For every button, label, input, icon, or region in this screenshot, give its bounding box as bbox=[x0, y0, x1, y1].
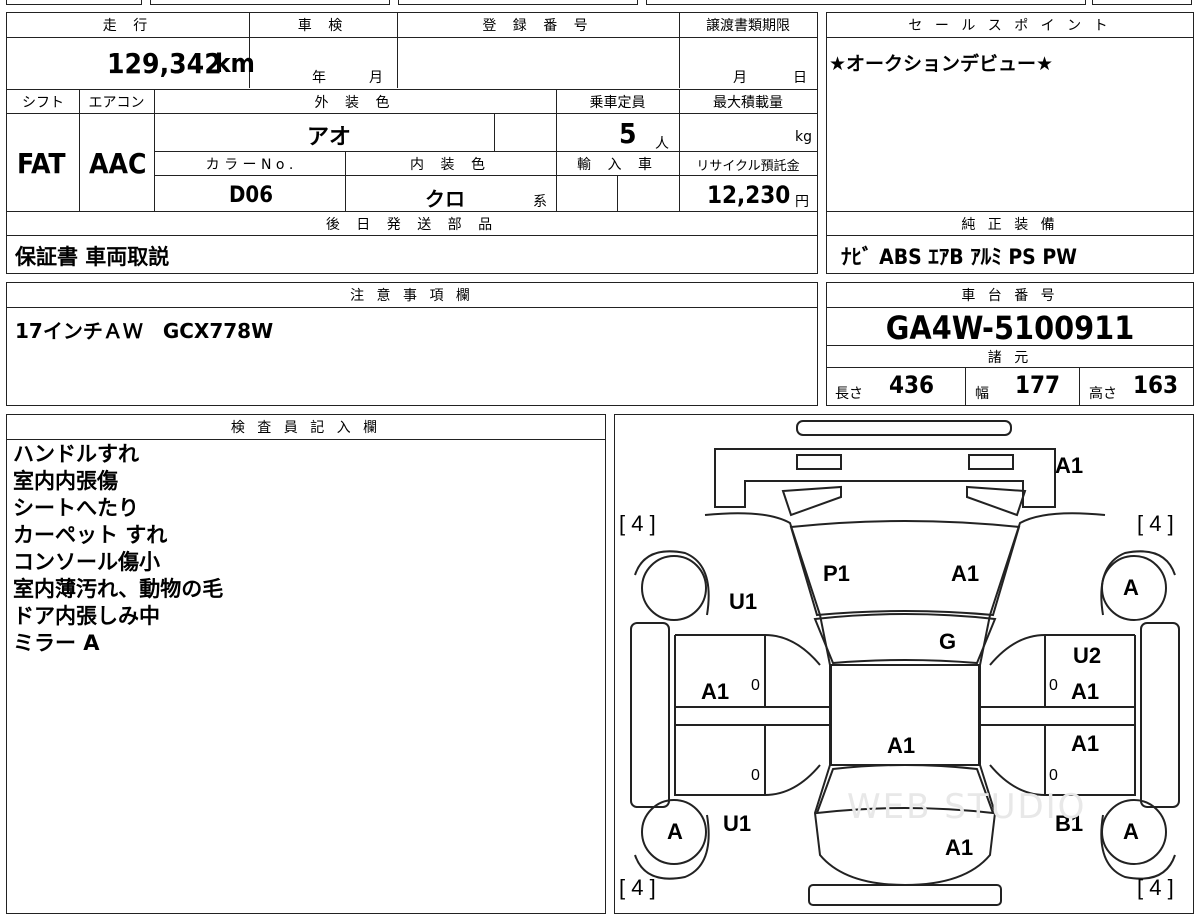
inspection-year-unit: 年 bbox=[312, 70, 326, 86]
top-strip-cell-4 bbox=[646, 0, 1086, 5]
transfer-month-unit: 月 bbox=[733, 70, 747, 86]
color-no-value: D06 bbox=[229, 183, 273, 208]
sales-points-label: セ ー ル ス ポ イ ン ト bbox=[908, 18, 1112, 34]
notes-label: 注 意 事 項 欄 bbox=[350, 288, 474, 304]
color-no-label: カ ラ ー N o . bbox=[205, 157, 294, 173]
capacity-value: 5 bbox=[619, 117, 637, 150]
tire-tread-rear-left: [ 4 ] bbox=[619, 875, 656, 900]
inspector-line: ハンドルすれ bbox=[13, 442, 139, 466]
recycle-unit: 円 bbox=[795, 194, 809, 210]
mark-rear-left-wheel: A bbox=[667, 819, 683, 844]
mark-front-right-fender: U2 bbox=[1073, 643, 1102, 668]
chassis-value: GA4W-5100911 bbox=[885, 309, 1135, 347]
interior-color-label: 内 装 色 bbox=[410, 157, 491, 173]
mark-zero: 0 bbox=[1049, 767, 1058, 784]
mileage-unit: km bbox=[215, 49, 255, 79]
mileage-label: 走 行 bbox=[102, 18, 154, 34]
recycle-label: リサイクル預託金 bbox=[696, 159, 800, 174]
mark-front-bumper: A1 bbox=[1055, 453, 1084, 478]
inspection-month-unit: 月 bbox=[369, 70, 383, 86]
mark-zero: 0 bbox=[1049, 677, 1058, 694]
capacity-unit: 人 bbox=[655, 136, 669, 152]
mark-front-left-fender: U1 bbox=[729, 589, 758, 614]
specs-label: 諸 元 bbox=[987, 350, 1033, 366]
width-value: 177 bbox=[1015, 371, 1061, 399]
later-parts-label: 後 日 発 送 部 品 bbox=[325, 217, 499, 233]
max-load-label: 最大積載量 bbox=[713, 95, 783, 111]
notes-value: 17インチＡＷ GCX778W bbox=[15, 319, 274, 343]
aircon-value: AAC bbox=[89, 147, 147, 180]
top-strip-cell-1 bbox=[6, 0, 142, 5]
inspector-line: ドア内張しみ中 bbox=[13, 604, 160, 628]
mark-zero: 0 bbox=[751, 677, 760, 694]
tire-tread-front-left: [ 4 ] bbox=[619, 511, 656, 536]
shift-label: シフト bbox=[22, 95, 64, 111]
chassis-label: 車 台 番 号 bbox=[961, 288, 1059, 304]
exterior-color-label: 外 装 色 bbox=[314, 95, 396, 111]
notes-box: 注 意 事 項 欄 17インチＡＷ GCX778W bbox=[6, 282, 818, 406]
transfer-label: 譲渡書類期限 bbox=[706, 18, 790, 34]
tire-tread-front-right: [ 4 ] bbox=[1137, 511, 1174, 536]
mark-rear-panel: A1 bbox=[945, 835, 974, 860]
sales-points-box: セ ー ル ス ポ イ ン ト ★オークションデビュー★ 純 正 装 備 ﾅﾋﾞ… bbox=[826, 12, 1194, 274]
inspector-line: 室内薄汚れ、動物の毛 bbox=[13, 577, 224, 601]
inspector-line: ミラー A bbox=[13, 631, 100, 655]
height-value: 163 bbox=[1133, 371, 1179, 399]
mark-rear-right-wheel: A bbox=[1123, 819, 1139, 844]
exterior-color-value: アオ bbox=[307, 125, 352, 150]
wheel-front-left bbox=[641, 555, 707, 621]
top-strip-cell-5 bbox=[1092, 0, 1192, 5]
inspector-box: 検 査 員 記 入 欄 ハンドルすれ 室内内張傷 シートへたり カーペット すれ… bbox=[6, 414, 606, 914]
length-label: 長さ bbox=[835, 386, 863, 402]
aircon-label: エアコン bbox=[88, 95, 145, 111]
top-strip-cell-2 bbox=[150, 0, 390, 5]
mark-hood-left: P1 bbox=[823, 561, 850, 586]
tire-tread-rear-right: [ 4 ] bbox=[1137, 875, 1174, 900]
transfer-day-unit: 日 bbox=[793, 70, 807, 86]
inspector-line: コンソール傷小 bbox=[13, 550, 160, 574]
registration-label: 登 録 番 号 bbox=[482, 18, 594, 34]
mark-wheel-front-left: A bbox=[1123, 575, 1139, 600]
watermark: WEB STUDIO bbox=[847, 787, 1087, 827]
genuine-equipment-value: ﾅﾋﾞ ABS ｴｱB ｱﾙﾐ PS PW bbox=[841, 245, 1078, 269]
mark-front-right-door: A1 bbox=[1071, 679, 1100, 704]
mark-windshield: G bbox=[939, 629, 957, 654]
capacity-label: 乗車定員 bbox=[589, 95, 646, 111]
mark-roof: A1 bbox=[887, 733, 916, 758]
mark-front-left-door: A1 bbox=[701, 679, 730, 704]
recycle-value: 12,230 bbox=[707, 181, 791, 209]
car-diagram: [ 4 ] [ 4 ] [ 4 ] [ 4 ] A1 P1 A1 U1 A G … bbox=[614, 414, 1194, 914]
max-load-unit: kg bbox=[795, 129, 812, 145]
inspector-label: 検 査 員 記 入 欄 bbox=[230, 420, 382, 436]
mark-hood-right: A1 bbox=[951, 561, 980, 586]
inspector-line: シートへたり bbox=[13, 496, 139, 520]
mark-rear-left-fender: U1 bbox=[723, 811, 752, 836]
length-value: 436 bbox=[889, 371, 935, 399]
vehicle-info-table: 走 行 車 検 登 録 番 号 譲渡書類期限 129,342 km 年 月 月 … bbox=[6, 12, 818, 274]
genuine-equipment-label: 純 正 装 備 bbox=[961, 217, 1059, 233]
inspector-line: カーペット すれ bbox=[13, 523, 168, 547]
inspector-lines: ハンドルすれ 室内内張傷 シートへたり カーペット すれ コンソール傷小 室内薄… bbox=[13, 441, 223, 657]
mark-rear-right-door: A1 bbox=[1071, 731, 1100, 756]
interior-color-suffix: 系 bbox=[533, 194, 547, 210]
mark-zero: 0 bbox=[751, 767, 760, 784]
import-label: 輸 入 車 bbox=[577, 157, 658, 173]
interior-color-value: クロ bbox=[425, 187, 465, 211]
top-strip-cell-3 bbox=[398, 0, 638, 5]
height-label: 高さ bbox=[1089, 386, 1117, 402]
chassis-box: 車 台 番 号 GA4W-5100911 諸 元 長さ 436 幅 177 高さ… bbox=[826, 282, 1194, 406]
shift-value: FAT bbox=[17, 147, 66, 180]
sales-points-value: ★オークションデビュー★ bbox=[829, 53, 1054, 75]
mileage-value: 129,342 bbox=[107, 47, 222, 80]
inspector-line: 室内内張傷 bbox=[13, 469, 118, 493]
width-label: 幅 bbox=[975, 386, 989, 402]
later-parts-value: 保証書 車両取説 bbox=[15, 245, 170, 269]
inspection-label: 車 検 bbox=[297, 18, 349, 34]
